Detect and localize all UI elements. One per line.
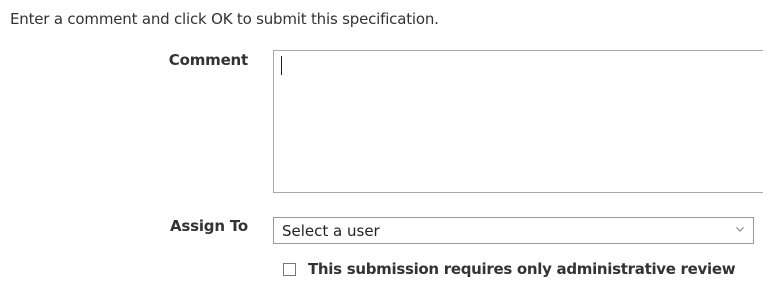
assign-to-select[interactable]: Select a user xyxy=(273,217,754,244)
submit-specification-form: Enter a comment and click OK to submit t… xyxy=(0,0,770,284)
admin-review-option[interactable]: This submission requires only administra… xyxy=(283,257,736,281)
admin-review-label: This submission requires only administra… xyxy=(308,260,736,278)
comment-textarea[interactable] xyxy=(273,50,763,193)
admin-review-checkbox[interactable] xyxy=(283,262,296,276)
assign-to-selected-value: Select a user xyxy=(282,222,380,240)
text-cursor xyxy=(281,56,282,75)
comment-label: Comment xyxy=(168,51,248,69)
instruction-text: Enter a comment and click OK to submit t… xyxy=(10,10,439,28)
chevron-down-icon xyxy=(736,227,744,232)
assign-to-label: Assign To xyxy=(170,217,248,235)
